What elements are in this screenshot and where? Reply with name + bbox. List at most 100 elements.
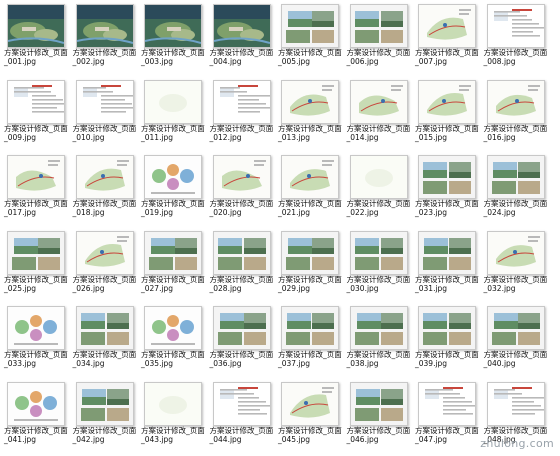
thumbnail-image[interactable]	[7, 155, 65, 199]
thumbnail-caption[interactable]: 方案设计修改_页面_012.jpg	[210, 124, 276, 142]
thumbnail-caption[interactable]: 方案设计修改_页面_030.jpg	[347, 275, 413, 293]
thumbnail-image[interactable]	[75, 381, 134, 426]
thumbnail-image[interactable]	[418, 79, 476, 124]
thumbnail-image[interactable]	[281, 230, 339, 275]
thumbnail-image[interactable]	[7, 381, 65, 426]
thumbnail-item[interactable]: 方案设计修改_页面_010.jpg	[71, 78, 139, 154]
thumbnail-item[interactable]: 方案设计修改_页面_035.jpg	[139, 304, 207, 380]
thumbnail-image[interactable]	[144, 79, 202, 124]
thumbnail-item[interactable]: 方案设计修改_页面_020.jpg	[208, 153, 276, 229]
thumbnail-image[interactable]	[486, 4, 545, 48]
thumbnail-caption[interactable]: 方案设计修改_页面_046.jpg	[347, 426, 413, 444]
thumbnail-item[interactable]: 方案设计修改_页面_031.jpg	[413, 229, 481, 305]
thumbnail-caption[interactable]: 方案设计修改_页面_024.jpg	[484, 199, 550, 217]
thumbnail-caption[interactable]: 方案设计修改_页面_036.jpg	[210, 350, 276, 368]
thumbnail-caption[interactable]: 方案设计修改_页面_034.jpg	[73, 350, 139, 368]
thumbnail-image[interactable]	[418, 230, 476, 275]
thumbnail-item[interactable]: 方案设计修改_页面_021.jpg	[276, 153, 344, 229]
thumbnail-caption[interactable]: 方案设计修改_页面_020.jpg	[210, 199, 276, 217]
thumbnail-caption[interactable]: 方案设计修改_页面_023.jpg	[415, 199, 481, 217]
thumbnail-caption[interactable]: 方案设计修改_页面_047.jpg	[415, 426, 481, 444]
thumbnail-item[interactable]: 方案设计修改_页面_043.jpg	[139, 380, 207, 456]
thumbnail-item[interactable]: 方案设计修改_页面_044.jpg	[208, 380, 276, 456]
thumbnail-caption[interactable]: 方案设计修改_页面_040.jpg	[484, 350, 550, 368]
thumbnail-caption[interactable]: 方案设计修改_页面_006.jpg	[347, 48, 413, 66]
thumbnail-caption[interactable]: 方案设计修改_页面_010.jpg	[73, 124, 139, 142]
thumbnail-image[interactable]	[486, 155, 545, 199]
thumbnail-caption[interactable]: 方案设计修改_页面_008.jpg	[484, 48, 550, 66]
thumbnail-image[interactable]	[486, 79, 545, 124]
thumbnail-image[interactable]	[349, 230, 408, 275]
thumbnail-caption[interactable]: 方案设计修改_页面_014.jpg	[347, 124, 413, 142]
thumbnail-caption[interactable]: 方案设计修改_页面_027.jpg	[141, 275, 207, 293]
thumbnail-caption[interactable]: 方案设计修改_页面_032.jpg	[484, 275, 550, 293]
thumbnail-image[interactable]	[349, 155, 408, 199]
thumbnail-item[interactable]: 方案设计修改_页面_012.jpg	[208, 78, 276, 154]
thumbnail-item[interactable]: 方案设计修改_页面_004.jpg	[208, 2, 276, 78]
thumbnail-item[interactable]: 方案设计修改_页面_033.jpg	[2, 304, 70, 380]
thumbnail-item[interactable]: 方案设计修改_页面_022.jpg	[345, 153, 413, 229]
thumbnail-item[interactable]: 方案设计修改_页面_014.jpg	[345, 78, 413, 154]
thumbnail-image[interactable]	[144, 4, 202, 48]
thumbnail-item[interactable]: 方案设计修改_页面_034.jpg	[71, 304, 139, 380]
thumbnail-image[interactable]	[486, 306, 545, 350]
thumbnail-item[interactable]: 方案设计修改_页面_036.jpg	[208, 304, 276, 380]
thumbnail-image[interactable]	[212, 155, 271, 199]
thumbnail-caption[interactable]: 方案设计修改_页面_041.jpg	[4, 426, 70, 444]
thumbnail-image[interactable]	[7, 306, 65, 350]
thumbnail-item[interactable]: 方案设计修改_页面_019.jpg	[139, 153, 207, 229]
thumbnail-item[interactable]: 方案设计修改_页面_045.jpg	[276, 380, 344, 456]
thumbnail-image[interactable]	[486, 381, 545, 426]
thumbnail-caption[interactable]: 方案设计修改_页面_015.jpg	[415, 124, 481, 142]
thumbnail-caption[interactable]: 方案设计修改_页面_028.jpg	[210, 275, 276, 293]
thumbnail-image[interactable]	[75, 4, 134, 48]
thumbnail-item[interactable]: 方案设计修改_页面_011.jpg	[139, 78, 207, 154]
thumbnail-item[interactable]: 方案设计修改_页面_002.jpg	[71, 2, 139, 78]
thumbnail-caption[interactable]: 方案设计修改_页面_038.jpg	[347, 350, 413, 368]
thumbnail-image[interactable]	[418, 381, 476, 426]
thumbnail-image[interactable]	[281, 155, 339, 199]
thumbnail-image[interactable]	[7, 4, 65, 48]
thumbnail-caption[interactable]: 方案设计修改_页面_039.jpg	[415, 350, 481, 368]
thumbnail-caption[interactable]: 方案设计修改_页面_005.jpg	[278, 48, 344, 66]
thumbnail-caption[interactable]: 方案设计修改_页面_035.jpg	[141, 350, 207, 368]
thumbnail-caption[interactable]: 方案设计修改_页面_019.jpg	[141, 199, 207, 217]
thumbnail-image[interactable]	[75, 230, 134, 275]
thumbnail-item[interactable]: 方案设计修改_页面_025.jpg	[2, 229, 70, 305]
thumbnail-image[interactable]	[349, 381, 408, 426]
thumbnail-image[interactable]	[349, 4, 408, 48]
thumbnail-image[interactable]	[144, 230, 202, 275]
thumbnail-item[interactable]: 方案设计修改_页面_017.jpg	[2, 153, 70, 229]
thumbnail-caption[interactable]: 方案设计修改_页面_026.jpg	[73, 275, 139, 293]
thumbnail-caption[interactable]: 方案设计修改_页面_045.jpg	[278, 426, 344, 444]
thumbnail-image[interactable]	[349, 306, 408, 350]
thumbnail-caption[interactable]: 方案设计修改_页面_022.jpg	[347, 199, 413, 217]
thumbnail-image[interactable]	[212, 381, 271, 426]
thumbnail-item[interactable]: 方案设计修改_页面_016.jpg	[482, 78, 550, 154]
thumbnail-item[interactable]: 方案设计修改_页面_042.jpg	[71, 380, 139, 456]
thumbnail-caption[interactable]: 方案设计修改_页面_002.jpg	[73, 48, 139, 66]
thumbnail-caption[interactable]: 方案设计修改_页面_011.jpg	[141, 124, 207, 142]
thumbnail-item[interactable]: 方案设计修改_页面_027.jpg	[139, 229, 207, 305]
thumbnail-image[interactable]	[212, 79, 271, 124]
thumbnail-image[interactable]	[418, 155, 476, 199]
thumbnail-item[interactable]: 方案设计修改_页面_009.jpg	[2, 78, 70, 154]
thumbnail-item[interactable]: 方案设计修改_页面_032.jpg	[482, 229, 550, 305]
thumbnail-image[interactable]	[144, 306, 202, 350]
thumbnail-image[interactable]	[486, 230, 545, 275]
thumbnail-item[interactable]: 方案设计修改_页面_005.jpg	[276, 2, 344, 78]
thumbnail-item[interactable]: 方案设计修改_页面_029.jpg	[276, 229, 344, 305]
thumbnail-item[interactable]: 方案设计修改_页面_038.jpg	[345, 304, 413, 380]
thumbnail-item[interactable]: 方案设计修改_页面_039.jpg	[413, 304, 481, 380]
thumbnail-item[interactable]: 方案设计修改_页面_001.jpg	[2, 2, 70, 78]
thumbnail-caption[interactable]: 方案设计修改_页面_029.jpg	[278, 275, 344, 293]
thumbnail-item[interactable]: 方案设计修改_页面_023.jpg	[413, 153, 481, 229]
thumbnail-caption[interactable]: 方案设计修改_页面_037.jpg	[278, 350, 344, 368]
thumbnail-item[interactable]: 方案设计修改_页面_041.jpg	[2, 380, 70, 456]
thumbnail-image[interactable]	[349, 79, 408, 124]
thumbnail-image[interactable]	[144, 381, 202, 426]
thumbnail-caption[interactable]: 方案设计修改_页面_013.jpg	[278, 124, 344, 142]
thumbnail-item[interactable]: 方案设计修改_页面_037.jpg	[276, 304, 344, 380]
thumbnail-image[interactable]	[7, 230, 65, 275]
thumbnail-image[interactable]	[418, 306, 476, 350]
